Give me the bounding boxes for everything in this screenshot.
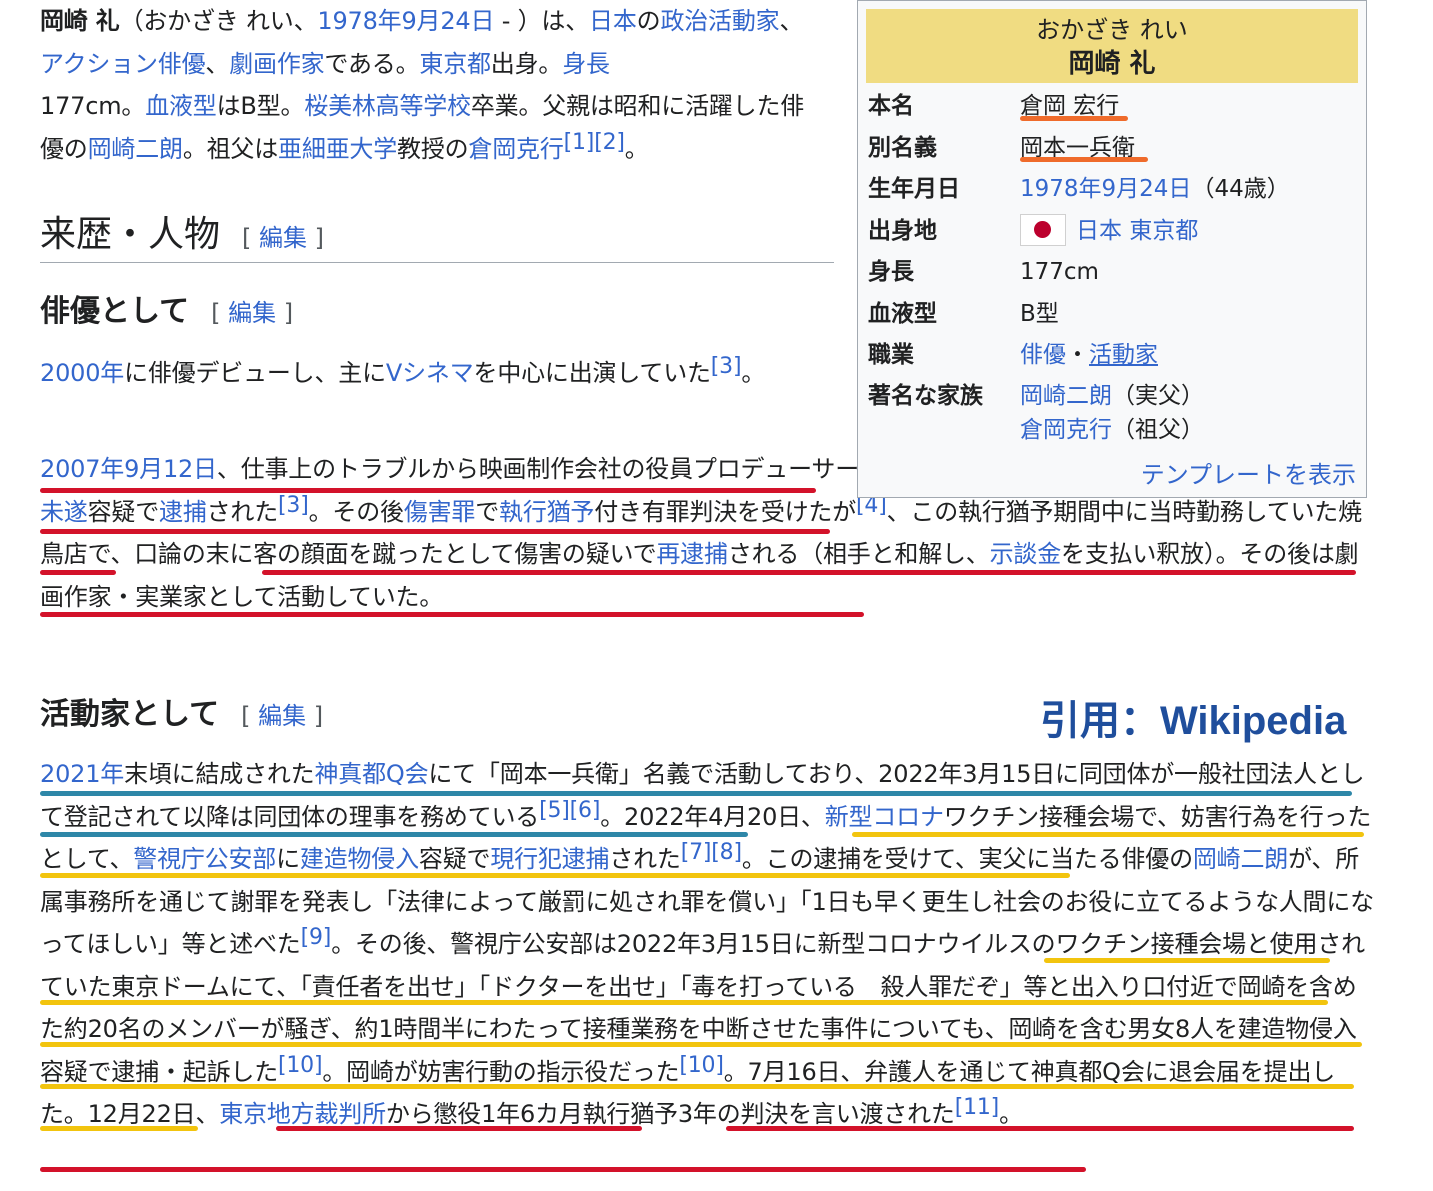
ref-11[interactable]: [11]	[955, 1095, 1000, 1120]
link-height[interactable]: 身長	[562, 50, 610, 78]
link-public-security[interactable]: 警視庁公安部	[133, 845, 276, 873]
infobox-link-grandfather[interactable]: 倉岡克行	[1020, 417, 1112, 443]
underline-yellow	[852, 832, 1364, 837]
citation-watermark: 引用：Wikipedia	[1040, 699, 1347, 743]
show-template-link[interactable]: テンプレートを表示	[1141, 455, 1356, 490]
link-high-school[interactable]: 桜美林高等学校	[304, 92, 471, 120]
link-birthdate[interactable]: 1978年9月24日	[317, 7, 494, 35]
link-university[interactable]: 亜細亜大学	[278, 135, 397, 163]
edit-link[interactable]: 編集	[228, 299, 276, 327]
infobox-link-father[interactable]: 岡崎二朗	[1020, 383, 1112, 409]
ref-6[interactable]: [6]	[570, 798, 601, 823]
actor-paragraph-1: 2000年に俳優デビューし、主にVシネマを中心に出演していた[3]。	[40, 354, 766, 387]
subsection-heading-activist: 活動家として[ 編集 ]	[40, 697, 324, 732]
subject-name: 岡崎 礼	[40, 7, 120, 35]
link-father-2[interactable]: 岡崎二朗	[1193, 845, 1288, 873]
infobox-link-tokyo[interactable]: 東京都	[1129, 218, 1198, 244]
link-political-activist[interactable]: 政治活動家	[660, 7, 779, 35]
edit-link[interactable]: 編集	[259, 224, 307, 252]
underline-red	[40, 612, 864, 617]
link-settlement[interactable]: 示談金	[990, 540, 1062, 568]
infobox: おかざき れい 岡崎 礼 本名 倉岡 宏行 別名義 岡本一兵衛 生年月日 197…	[857, 0, 1367, 498]
link-japan[interactable]: 日本	[589, 7, 637, 35]
infobox-link-japan[interactable]: 日本	[1076, 218, 1122, 244]
link-gekiga-artist[interactable]: 劇画作家	[229, 50, 324, 78]
link-tokyo-district-court[interactable]: 東京地方裁判所	[219, 1100, 386, 1128]
section-divider	[40, 262, 834, 263]
ref-3b[interactable]: [3]	[278, 493, 309, 518]
infobox-link-birthdate[interactable]: 1978年9月24日	[1020, 176, 1191, 202]
link-shinmato-q[interactable]: 神真都Q会	[314, 760, 428, 788]
link-arrest[interactable]: 逮捕	[159, 498, 207, 526]
underline-red	[726, 1126, 1354, 1131]
edit-section-activist: [ 編集 ]	[241, 702, 324, 730]
infobox-link-actor[interactable]: 俳優	[1020, 342, 1066, 368]
ref-1[interactable]: [1]	[564, 130, 595, 155]
link-trespass[interactable]: 建造物侵入	[300, 845, 419, 873]
lead-paragraph: 岡崎 礼（おかざき れい、1978年9月24日 - ）は、日本の政治活動家、アク…	[40, 7, 805, 163]
japan-flag-icon	[1020, 213, 1066, 246]
ref-3[interactable]: [3]	[711, 354, 742, 379]
link-action-actor[interactable]: アクション俳優	[40, 50, 206, 78]
edit-section-career: [ 編集 ]	[242, 224, 325, 252]
link-new-corona[interactable]: 新型コロナ	[825, 803, 944, 831]
link-blood-type[interactable]: 血液型	[145, 92, 217, 120]
link-2007-date[interactable]: 2007年9月12日	[40, 455, 217, 483]
infobox-kana: おかざき れい	[1036, 16, 1188, 44]
underline-yellow	[40, 873, 1070, 878]
underline-red	[40, 570, 116, 575]
ref-8[interactable]: [8]	[711, 840, 742, 865]
link-flagrante-arrest[interactable]: 現行犯逮捕	[490, 845, 609, 873]
underline-red	[262, 570, 1356, 575]
ref-7[interactable]: [7]	[681, 840, 712, 865]
underline-red	[40, 529, 830, 534]
underline-red	[40, 1167, 1086, 1172]
link-2021[interactable]: 2021年	[40, 760, 124, 788]
edit-link[interactable]: 編集	[258, 702, 306, 730]
underline-red	[40, 488, 816, 493]
link-rearrest[interactable]: 再逮捕	[656, 540, 728, 568]
underline-alias	[1020, 157, 1148, 162]
underline-yellow	[40, 1126, 198, 1131]
link-grandfather[interactable]: 倉岡克行	[468, 135, 563, 163]
section-heading-career: 来歴・人物[ 編集 ]	[40, 214, 325, 255]
underline-yellow	[1044, 958, 1330, 963]
link-father[interactable]: 岡崎二朗	[88, 135, 183, 163]
underline-real-name	[1020, 116, 1128, 121]
infobox-link-activist[interactable]: 活動家	[1089, 342, 1158, 368]
underline-yellow	[40, 1084, 1354, 1089]
infobox-name: 岡崎 礼	[1068, 49, 1156, 79]
underline-yellow	[40, 1000, 1328, 1005]
edit-section-actor: [ 編集 ]	[211, 299, 294, 327]
ref-10[interactable]: [10]	[278, 1053, 323, 1078]
link-2000[interactable]: 2000年	[40, 359, 124, 387]
link-tokyo[interactable]: 東京都	[419, 50, 491, 78]
link-injury-crime[interactable]: 傷害罪	[404, 498, 476, 526]
link-vcinema[interactable]: Vシネマ	[386, 359, 474, 387]
ref-2[interactable]: [2]	[594, 130, 625, 155]
ref-10b[interactable]: [10]	[679, 1053, 724, 1078]
activist-paragraph: 2021年末頃に結成された神真都Q会にて「岡本一兵衛」名義で活動しており、202…	[40, 760, 1374, 1128]
link-suspended-sentence[interactable]: 執行猶予	[499, 498, 594, 526]
underline-blue	[40, 791, 1352, 796]
subsection-heading-actor: 俳優として[ 編集 ]	[40, 294, 294, 329]
infobox-header: おかざき れい 岡崎 礼	[866, 9, 1358, 83]
underline-red	[276, 1126, 642, 1131]
ref-5[interactable]: [5]	[539, 798, 570, 823]
ref-9[interactable]: [9]	[301, 925, 332, 950]
underline-yellow	[40, 1042, 1362, 1047]
underline-blue	[40, 832, 748, 837]
